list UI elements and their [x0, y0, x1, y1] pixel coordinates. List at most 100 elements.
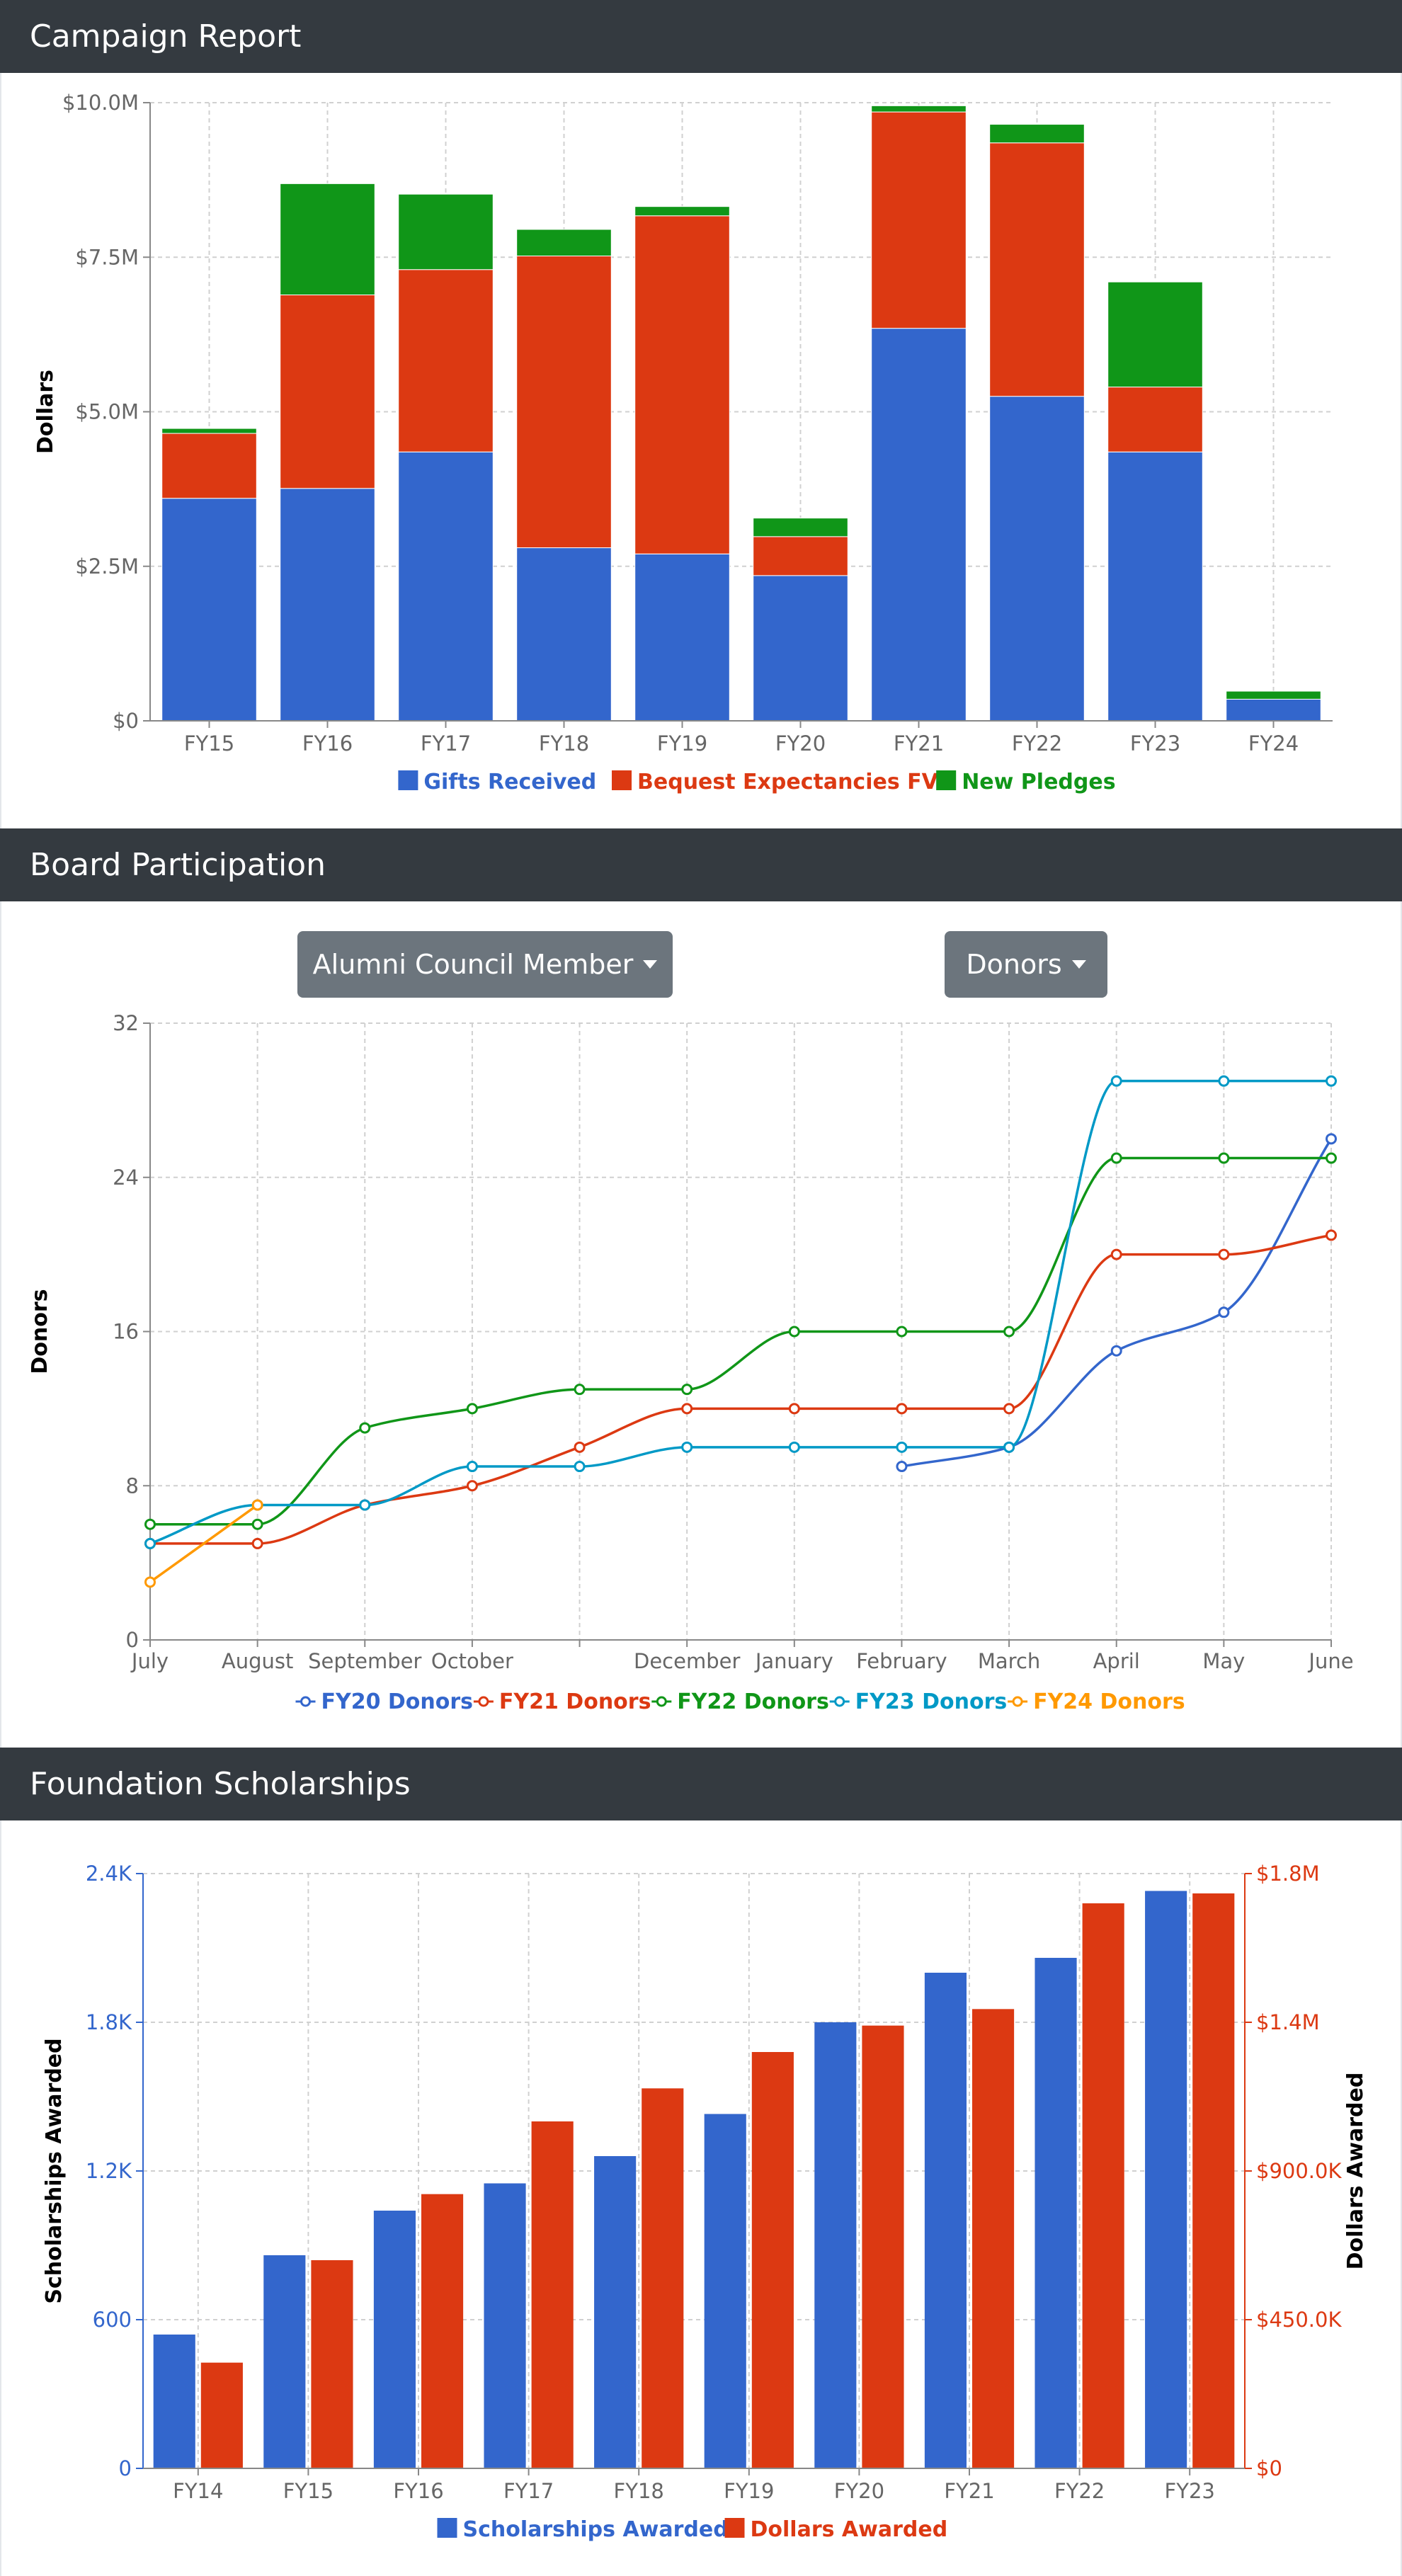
data-point	[1218, 1248, 1230, 1260]
y-tick-label: $0	[113, 709, 139, 733]
series-line	[149, 1079, 1331, 1545]
data-point	[144, 1576, 156, 1588]
data-point	[1326, 1075, 1337, 1087]
x-tick-label: FY20	[834, 2479, 884, 2503]
legend-label: FY22 Donors	[677, 1689, 829, 1714]
bar-segment	[634, 215, 730, 554]
data-point	[1110, 1248, 1122, 1260]
x-tick-label: FY22	[1012, 731, 1062, 756]
y-axis-title: Donors	[28, 1289, 52, 1374]
data-point	[466, 1480, 478, 1492]
data-point	[1218, 1306, 1230, 1318]
x-tick-label: FY19	[657, 731, 707, 756]
legend-label: Gifts Received	[423, 770, 596, 794]
bar-dollars	[200, 2362, 243, 2468]
data-point	[251, 1537, 263, 1549]
x-tick-label: FY23	[1130, 731, 1180, 756]
y-tick-label: $5.0M	[75, 400, 139, 424]
legend-swatch	[398, 770, 418, 790]
legend-marker	[834, 1696, 845, 1707]
campaign-report-header: Campaign Report	[0, 0, 1402, 73]
bar-dollars	[1082, 1903, 1124, 2468]
legend-marker	[1012, 1696, 1023, 1707]
x-tick-label: FY15	[184, 731, 234, 756]
x-tick-label: December	[634, 1649, 740, 1673]
x-tick-label: FY16	[393, 2479, 443, 2503]
bar-segment	[1226, 690, 1321, 700]
x-tick-label: October	[431, 1649, 513, 1673]
legend-label: Dollars Awarded	[751, 2517, 948, 2542]
bar-segment	[280, 183, 375, 296]
legend-label: Bequest Expectancies FV	[637, 770, 939, 794]
x-tick-label: February	[856, 1649, 947, 1673]
x-tick-label: March	[978, 1649, 1040, 1673]
bar-dollars	[421, 2194, 464, 2468]
bar-dollars	[751, 2052, 794, 2468]
data-point	[1003, 1403, 1015, 1415]
board-participation-header: Board Participation	[0, 828, 1402, 901]
board-participation-panel: Alumni Council Member Donors 0 8 16 24 32 Jul…	[0, 901, 1402, 1748]
bar-segment	[280, 295, 375, 489]
bar-segment	[398, 269, 494, 452]
data-point	[1003, 1326, 1015, 1338]
bar-scholarships	[594, 2156, 637, 2468]
x-tick-label: September	[308, 1649, 421, 1673]
data-point	[788, 1403, 800, 1415]
x-tick-label: FY15	[283, 2479, 334, 2503]
bar-segment	[989, 124, 1085, 144]
bar-scholarships	[263, 2255, 306, 2468]
bar-segment	[398, 193, 494, 270]
bar-dollars	[862, 2025, 904, 2468]
data-point	[681, 1403, 693, 1415]
legend-swatch	[612, 770, 632, 790]
legend-label: FY20 Donors	[321, 1689, 474, 1714]
legend-label: New Pledges	[962, 770, 1115, 794]
bar-dollars	[1192, 1893, 1235, 2468]
bar-segment	[161, 428, 257, 434]
board-participation-title: Board Participation	[30, 847, 326, 883]
bar-segment	[1226, 698, 1321, 722]
x-tick-label: FY18	[614, 2479, 664, 2503]
data-point	[788, 1326, 800, 1338]
data-point	[896, 1326, 908, 1338]
data-point	[896, 1403, 908, 1415]
legend-label: FY23 Donors	[855, 1689, 1008, 1714]
bar-segment	[989, 396, 1085, 722]
bar-segment	[516, 547, 612, 722]
series-line	[150, 1156, 1331, 1526]
data-point	[1110, 1152, 1122, 1164]
bar-segment	[161, 498, 257, 722]
bar-dollars	[531, 2121, 574, 2468]
bar-segment	[871, 111, 967, 329]
bar-segment	[280, 488, 375, 722]
bar-segment	[871, 328, 967, 722]
bar-scholarships	[704, 2114, 746, 2468]
y-tick-label: 2.4K	[86, 1862, 132, 1886]
x-tick-label: FY17	[503, 2479, 554, 2503]
bar-segment	[516, 256, 612, 549]
y-tick-label: $2.5M	[75, 554, 139, 579]
legend-swatch	[936, 770, 957, 790]
y-axis-title: Dollars	[33, 370, 58, 454]
data-point	[788, 1441, 800, 1453]
data-point	[681, 1384, 693, 1396]
bar-segment	[871, 105, 967, 113]
data-point	[466, 1461, 478, 1473]
data-point	[144, 1518, 156, 1530]
bar-dollars	[642, 2088, 684, 2468]
y-tick-label: 1.8K	[86, 2010, 132, 2034]
bar-scholarships	[1035, 1958, 1077, 2468]
y-tick-label: $7.5M	[75, 245, 139, 269]
y-axis-title-right: Dollars Awarded	[1343, 2073, 1368, 2270]
bar-dollars	[311, 2260, 353, 2468]
board-participation-chart: 0 8 16 24 32 July August September October Decemb…	[28, 1011, 1354, 1714]
legend-marker	[478, 1696, 489, 1707]
bar-segment	[634, 553, 730, 722]
legend-marker	[656, 1696, 667, 1707]
bar-scholarships	[373, 2211, 416, 2468]
data-point	[251, 1499, 263, 1511]
x-tick-label: FY18	[539, 731, 589, 756]
y-tick-label: 0	[126, 1628, 139, 1652]
x-tick-label: January	[754, 1649, 833, 1673]
data-point	[144, 1537, 156, 1549]
